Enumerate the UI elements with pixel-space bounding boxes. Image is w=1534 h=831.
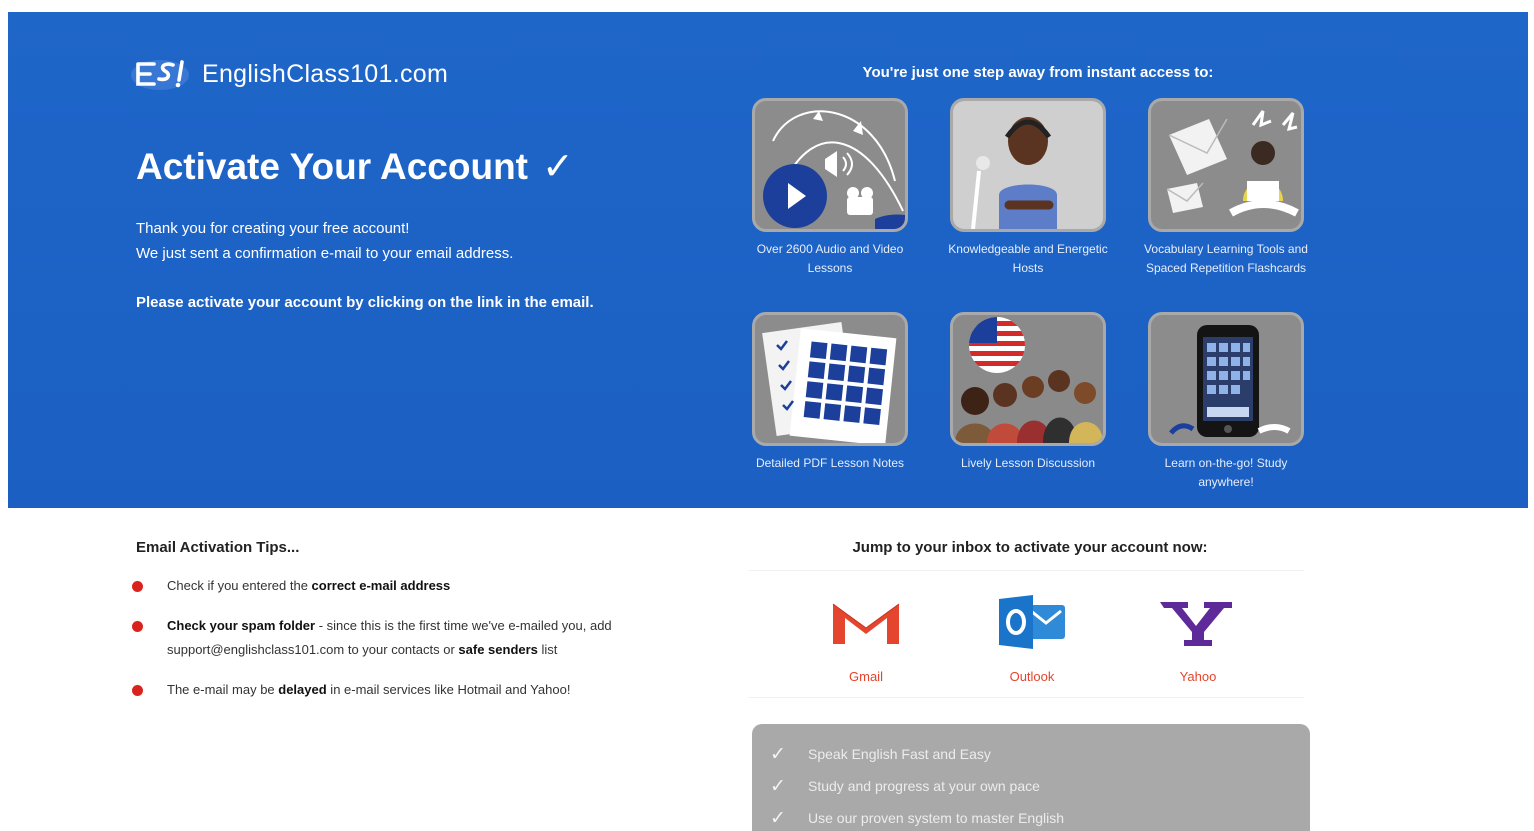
checkmark-icon: ✓ [770,775,786,797]
page-title: Activate Your Account ✓ [136,144,574,189]
audio-video-lessons-icon [763,110,905,229]
tip-item: Check your spam folder - since this is t… [130,614,670,662]
checkmark-icon: ✓ [770,807,786,829]
tip-text: in e-mail services like Hotmail and Yaho… [326,682,571,697]
yahoo-label: Yahoo [1179,669,1217,684]
bullet-icon [132,581,143,592]
tips-list: Check if you entered the correct e-mail … [130,574,670,718]
intro-line-2: We just sent a confirmation e-mail to yo… [136,245,514,262]
feature-caption: Knowledgeable and Energetic Hosts [948,242,1108,275]
logo-text: EnglishClass101.com [202,59,449,88]
feature-hosts: Knowledgeable and Energetic Hosts [940,98,1116,278]
intro-text: Thank you for creating your free account… [136,216,696,266]
feature-tile [950,98,1106,232]
host-icon [953,101,1103,229]
feature-caption: Detailed PDF Lesson Notes [755,456,905,470]
flashcards-icon [1166,110,1299,217]
benefit-text: Study and progress at your own pace [808,778,1040,794]
benefit-item: ✓ Use our proven system to master English [770,802,1310,831]
benefit-item: ✓ Study and progress at your own pace [770,770,1310,802]
activation-instruction: Please activate your account by clicking… [136,294,594,311]
checkmark-icon: ✓ [770,743,786,765]
benefit-text: Speak English Fast and Easy [808,746,991,762]
yahoo-icon [1138,593,1258,651]
discussion-icon [953,315,1103,443]
tip-text: The e-mail may be [167,682,279,697]
feature-tile [752,98,908,232]
feature-caption: Learn on-the-go! Study anywhere! [1164,456,1288,489]
hero-banner: EnglishClass101.com Activate Your Accoun… [8,12,1528,508]
site-logo[interactable]: EnglishClass101.com [130,52,448,96]
outlook-link[interactable]: Outlook [972,593,1092,684]
feature-caption: Over 2600 Audio and Video Lessons [756,242,904,275]
feature-tile [950,312,1106,446]
benefits-box: ✓ Speak English Fast and Easy ✓ Study and … [752,724,1310,831]
checkmark-icon: ✓ [542,146,574,188]
gmail-label: Gmail [849,669,883,684]
access-heading: You're just one step away from instant a… [862,64,1214,81]
outlook-icon [972,593,1092,651]
intro-line-1: Thank you for creating your free account… [136,220,410,237]
pdf-notes-icon [762,321,897,443]
feature-flashcards: Vocabulary Learning Tools and Spaced Rep… [1138,98,1314,278]
bullet-icon [132,685,143,696]
feature-mobile: Learn on-the-go! Study anywhere! [1138,312,1314,492]
gmail-link[interactable]: Gmail [806,593,926,684]
tip-item: Check if you entered the correct e-mail … [130,574,670,598]
feature-tile [752,312,908,446]
benefit-item: ✓ Speak English Fast and Easy [770,738,1310,770]
outlook-label: Outlook [1009,669,1055,684]
inbox-providers: Gmail Outlook Yahoo [748,570,1304,698]
feature-tile [1148,312,1304,446]
tip-emphasis: Check your spam folder [167,618,316,633]
bullet-icon [132,621,143,632]
feature-caption: Vocabulary Learning Tools and Spaced Rep… [1144,242,1308,275]
feature-caption: Lively Lesson Discussion [960,456,1096,470]
tip-text: list [537,642,558,657]
feature-tile [1148,98,1304,232]
feature-discussion: Lively Lesson Discussion [940,312,1116,473]
tip-emphasis: delayed [278,682,327,697]
yahoo-link[interactable]: Yahoo [1138,593,1258,684]
mobile-device-icon [1169,325,1291,437]
tips-title: Email Activation Tips... [136,539,300,556]
logo-mark-icon [131,60,189,90]
tip-text: Check if you entered the [167,578,312,593]
feature-pdf-notes: Detailed PDF Lesson Notes [742,312,918,473]
tip-emphasis: correct e-mail address [311,578,451,593]
inbox-heading: Jump to your inbox to activate your acco… [852,539,1208,556]
tip-item: The e-mail may be delayed in e-mail serv… [130,678,670,702]
benefit-text: Use our proven system to master English [808,810,1064,826]
tip-emphasis: safe senders [458,642,538,657]
feature-audio-video: Over 2600 Audio and Video Lessons [742,98,918,278]
page-title-text: Activate Your Account [136,145,529,187]
gmail-icon [806,593,926,651]
